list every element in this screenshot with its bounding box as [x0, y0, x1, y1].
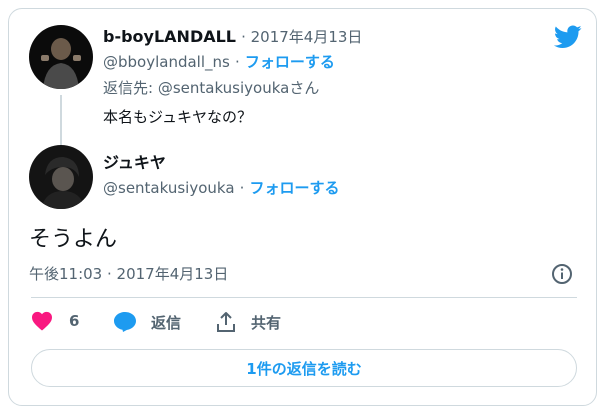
twitter-bird-icon[interactable]: [554, 25, 582, 49]
thread-line: [60, 95, 62, 151]
avatar-parent[interactable]: [29, 25, 93, 89]
like-count: 6: [69, 312, 80, 330]
separator-dot: ·: [234, 53, 240, 71]
reply-to-handle[interactable]: @sentakusiyouka: [158, 79, 290, 97]
separator-dot: ·: [239, 179, 245, 197]
reply-to-line: 返信先: @sentakusiyoukaさん: [103, 77, 319, 98]
parent-header: b-boyLANDALL · 2017年4月13日: [103, 26, 362, 47]
reply-timestamp[interactable]: 午後11:03 · 2017年4月13日: [29, 263, 228, 284]
heart-icon: [32, 311, 52, 331]
reply-bubble-icon: [114, 312, 136, 332]
reply-display-name[interactable]: ジュキヤ: [103, 153, 166, 172]
parent-handle[interactable]: @bboylandall_ns: [103, 53, 230, 71]
reply-handle-row: @sentakusiyouka · フォローする: [103, 177, 340, 198]
info-icon[interactable]: [551, 263, 573, 285]
reply-to-suffix: さん: [289, 79, 320, 97]
read-replies-label: 1件の返信を読む: [246, 359, 362, 378]
avatar-reply[interactable]: [29, 145, 93, 209]
reply-header: ジュキヤ: [103, 149, 166, 173]
avatar-reply-image: [29, 145, 93, 209]
like-action[interactable]: 6: [31, 311, 79, 331]
reply-action[interactable]: 返信: [113, 311, 181, 333]
parent-handle-row: @bboylandall_ns · フォローする: [103, 51, 335, 72]
parent-date[interactable]: · 2017年4月13日: [241, 28, 362, 46]
reply-handle[interactable]: @sentakusiyouka: [103, 179, 235, 197]
follow-button-reply[interactable]: フォローする: [249, 179, 339, 197]
reply-to-prefix: 返信先:: [103, 79, 158, 97]
reply-tweet-text: そうよん: [29, 227, 118, 252]
share-icon: [217, 312, 235, 332]
share-label: 共有: [251, 313, 282, 332]
divider: [31, 297, 577, 298]
tweet-card: b-boyLANDALL · 2017年4月13日 @bboylandall_n…: [8, 8, 597, 406]
follow-button-parent[interactable]: フォローする: [245, 53, 335, 71]
read-replies-button[interactable]: 1件の返信を読む: [31, 349, 577, 387]
share-action[interactable]: 共有: [215, 311, 281, 333]
parent-tweet-text: 本名もジュキヤなの？: [103, 108, 252, 126]
parent-display-name[interactable]: b-boyLANDALL: [103, 27, 236, 46]
reply-label: 返信: [151, 313, 182, 332]
avatar-parent-image: [29, 25, 93, 89]
